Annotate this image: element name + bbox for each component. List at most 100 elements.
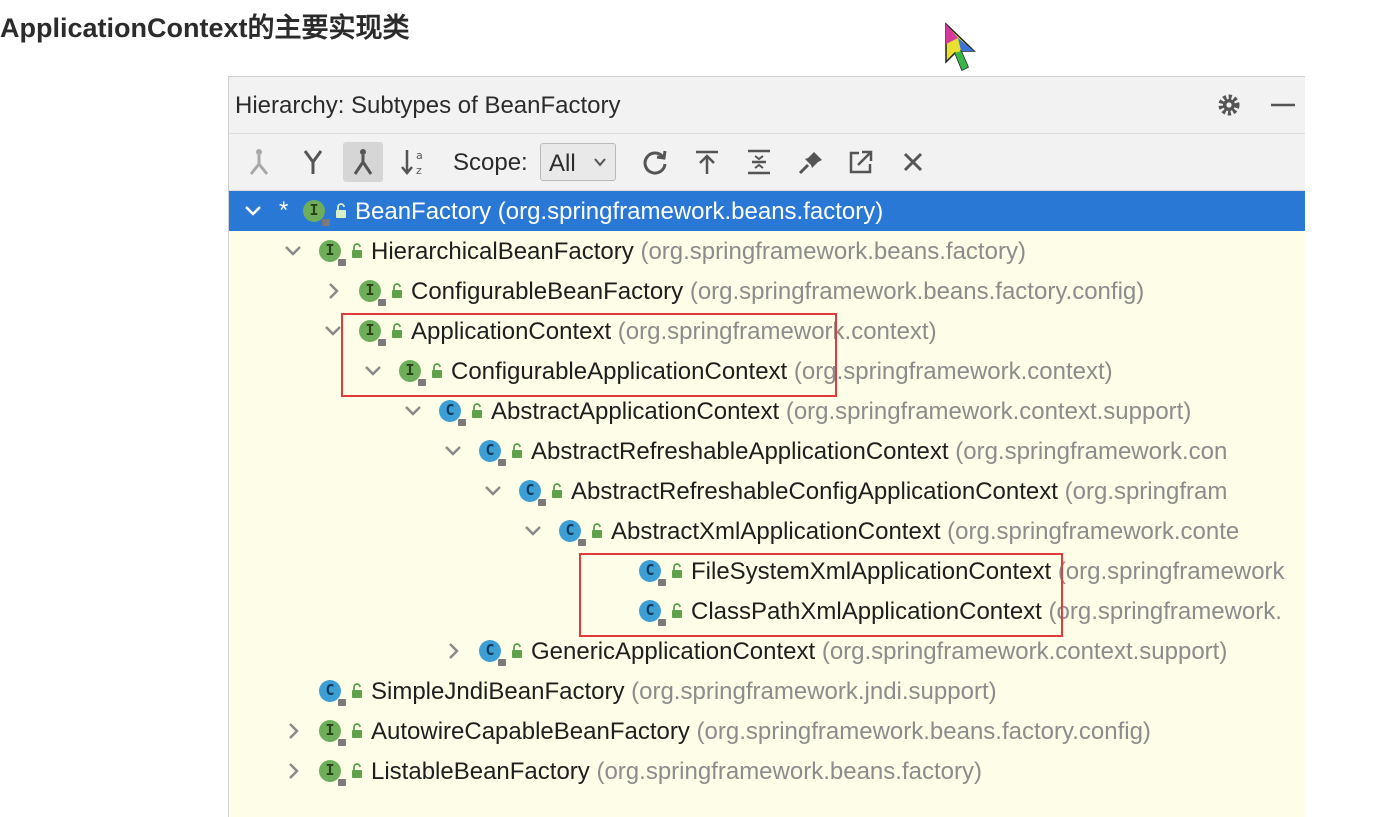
tree-row[interactable]: C AbstractRefreshableApplicationContext (… [229,431,1305,471]
expand-all-icon [748,149,770,175]
chevron-right-icon[interactable] [441,637,465,665]
public-visibility-icon [351,723,363,739]
tree-item-label: GenericApplicationContext (org.springfra… [531,638,1227,666]
package-name: (org.springframework.beans.factory) [497,198,884,225]
supertypes-hierarchy-button[interactable] [239,142,279,182]
chevron-right-icon[interactable] [281,717,305,745]
package-name: (org.springframework.jndi.support) [631,678,997,705]
class-icon: C [479,640,506,666]
tree-row[interactable]: I HierarchicalBeanFactory (org.springfram… [229,231,1305,271]
refresh-icon [643,150,667,175]
tree-item-label: AbstractXmlApplicationContext (org.sprin… [611,518,1239,546]
class-name: ConfigurableBeanFactory [411,278,684,305]
class-name: AbstractXmlApplicationContext [611,518,941,545]
package-name: (org.springframework.context.support) [821,638,1228,665]
package-name: (org.springfram [1064,478,1228,505]
class-icon: C [479,440,506,466]
highlight-box-application-context [341,313,837,397]
tree-item-label: ConfigurableBeanFactory (org.springframe… [411,278,1144,306]
star-marker: * [279,197,289,224]
tree-row[interactable]: C GenericApplicationContext (org.springfr… [229,631,1305,671]
class-hierarchy-button[interactable] [343,142,383,182]
tree-item-label: AbstractRefreshableApplicationContext (o… [531,438,1227,466]
class-name: AbstractRefreshableConfigApplicationCont… [571,478,1058,505]
interface-icon: I [359,280,386,306]
chevron-down-icon[interactable] [281,237,305,265]
tree-row[interactable]: C SimpleJndiBeanFactory (org.springframew… [229,671,1305,711]
class-icon: C [559,520,586,546]
pin-button[interactable] [791,142,831,182]
minimize-icon[interactable] [1269,91,1297,119]
scope-label: Scope: [453,149,528,176]
chevron-down-icon [594,158,606,167]
package-name: (org.springframework.beans.factory.confi… [696,718,1151,745]
class-name: SimpleJndiBeanFactory [371,678,625,705]
sort-alphabetically-icon: a z [401,149,423,177]
package-name: (org.springframework.context.support) [785,398,1192,425]
tree-row[interactable]: C AbstractRefreshableConfigApplicationCon… [229,471,1305,511]
chevron-down-icon[interactable] [481,477,505,505]
public-visibility-icon [551,483,563,499]
class-name: HierarchicalBeanFactory [371,238,634,265]
export-button[interactable] [687,142,727,182]
package-name: (org.springframework.beans.factory) [640,238,1026,265]
tree-row[interactable]: I AutowireCapableBeanFactory (org.springf… [229,711,1305,751]
chevron-right-icon[interactable] [321,277,345,305]
package-name: (org.springframework.con [955,438,1228,465]
panel-title: Hierarchy: Subtypes of BeanFactory [235,92,621,119]
public-visibility-icon [471,403,483,419]
package-name: (org.springframework.beans.factory.confi… [689,278,1145,305]
class-name: BeanFactory [355,198,492,225]
class-name: ListableBeanFactory [371,758,590,785]
interface-icon: I [319,240,346,266]
class-name: AbstractRefreshableApplicationContext [531,438,949,465]
expand-all-button[interactable] [739,142,779,182]
class-icon: C [319,680,346,706]
public-visibility-icon [335,203,347,219]
tree-item-label: AbstractRefreshableConfigApplicationCont… [571,478,1227,506]
public-visibility-icon [591,523,603,539]
class-name: AbstractApplicationContext [491,398,780,425]
supertypes-hierarchy-icon [249,149,269,175]
mouse-cursor-icon [945,22,976,72]
svg-text:a: a [416,149,423,162]
refresh-button[interactable] [635,142,675,182]
interface-icon: I [319,760,346,786]
tree-item-label: ListableBeanFactory (org.springframework… [371,758,982,786]
export-icon [696,150,718,174]
public-visibility-icon [351,243,363,259]
interface-icon: I [303,200,330,226]
public-visibility-icon [351,763,363,779]
chevron-down-icon[interactable] [521,517,545,545]
chevron-down-icon[interactable] [441,437,465,465]
gear-icon[interactable] [1215,91,1243,119]
hierarchy-panel: Hierarchy: Subtypes of BeanFactory a z S… [228,76,1305,817]
tree-item-label: BeanFactory (org.springframework.beans.f… [355,198,883,226]
scope-value: All [549,150,576,177]
panel-header: Hierarchy: Subtypes of BeanFactory [229,77,1305,134]
chevron-down-icon[interactable] [241,197,265,225]
sort-alphabetically-button[interactable]: a z [395,142,435,182]
chevron-down-icon[interactable] [401,397,425,425]
package-name: (org.springframework. [1048,598,1282,625]
package-name: (org.springframework.beans.factory) [596,758,982,785]
class-icon: C [519,480,546,506]
public-visibility-icon [391,283,403,299]
tree-row[interactable]: C AbstractXmlApplicationContext (org.spri… [229,511,1305,551]
tree-row[interactable]: * I BeanFactory (org.springframework.beans… [229,191,1305,231]
scope-select[interactable]: All [540,143,616,181]
tree-row[interactable]: C AbstractApplicationContext (org.springf… [229,391,1305,431]
chevron-right-icon[interactable] [281,757,305,785]
page-title: ApplicationContext的主要实现类 [0,13,410,43]
package-name: (org.springframework.context) [793,358,1113,385]
subtypes-hierarchy-button[interactable] [293,142,333,182]
tree-item-label: AbstractApplicationContext (org.springfr… [491,398,1191,426]
tree-row[interactable]: I ListableBeanFactory (org.springframewor… [229,751,1305,791]
open-in-window-button[interactable] [841,142,881,182]
tree-item-label: AutowireCapableBeanFactory (org.springfr… [371,718,1151,746]
close-hierarchy-button[interactable] [893,142,933,182]
tree-row[interactable]: I ConfigurableBeanFactory (org.springfram… [229,271,1305,311]
public-visibility-icon [511,643,523,659]
svg-text:z: z [416,164,422,177]
tree-item-label: SimpleJndiBeanFactory (org.springframewo… [371,678,997,706]
